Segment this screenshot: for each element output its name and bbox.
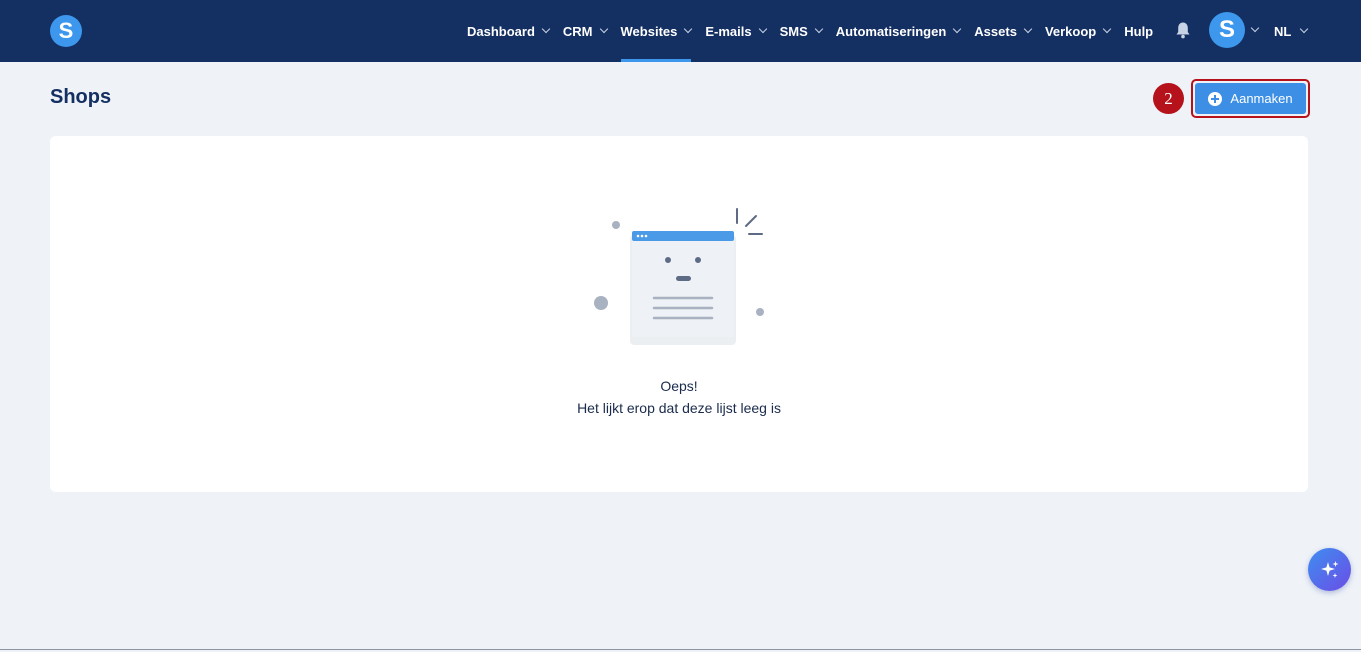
language-selector[interactable]: NL bbox=[1274, 0, 1309, 62]
chevron-down-icon bbox=[1102, 24, 1112, 34]
nav-item-assets[interactable]: Assets bbox=[974, 0, 1033, 62]
nav-item-label: SMS bbox=[779, 23, 808, 39]
nav-item-websites[interactable]: Websites bbox=[620, 0, 693, 62]
nav-item-emails[interactable]: E-mails bbox=[705, 0, 767, 62]
app-logo[interactable]: S bbox=[50, 15, 82, 47]
nav-item-dashboard[interactable]: Dashboard bbox=[467, 0, 551, 62]
create-button-label: Aanmaken bbox=[1230, 91, 1293, 106]
top-navbar: S Dashboard CRM Websites E-mails SMS Aut… bbox=[0, 0, 1361, 62]
avatar[interactable]: S bbox=[1209, 12, 1245, 48]
nav-item-crm[interactable]: CRM bbox=[562, 0, 608, 62]
chevron-down-icon[interactable] bbox=[1250, 23, 1260, 33]
chevron-down-icon bbox=[758, 24, 767, 34]
empty-state-message: Het lijkt erop dat deze lijst leeg is bbox=[577, 400, 781, 416]
chevron-down-icon bbox=[814, 24, 824, 34]
avatar-letter: S bbox=[1218, 16, 1235, 43]
nav-item-label: Websites bbox=[620, 23, 678, 39]
nav-item-hulp[interactable]: Hulp bbox=[1124, 0, 1153, 62]
step-badge: 2 bbox=[1153, 83, 1184, 114]
sparkles-icon bbox=[1320, 560, 1338, 578]
nav-item-sms[interactable]: SMS bbox=[779, 0, 824, 62]
nav-item-label: E-mails bbox=[705, 23, 752, 39]
empty-state-title: Oeps! bbox=[660, 378, 698, 394]
main-nav: Dashboard CRM Websites E-mails SMS Autom… bbox=[467, 0, 1167, 62]
chevron-down-icon bbox=[1023, 24, 1033, 34]
nav-item-label: Verkoop bbox=[1044, 23, 1097, 39]
chevron-down-icon bbox=[684, 24, 693, 34]
create-button-highlight[interactable]: Aanmaken bbox=[1191, 79, 1310, 118]
bell-icon[interactable] bbox=[1175, 21, 1191, 39]
nav-item-label: Assets bbox=[974, 23, 1017, 39]
nav-item-label: Automatiseringen bbox=[835, 23, 947, 39]
bottom-divider bbox=[0, 649, 1361, 650]
nav-item-label: Dashboard bbox=[467, 23, 535, 39]
create-button[interactable]: Aanmaken bbox=[1195, 83, 1306, 114]
nav-item-label: Hulp bbox=[1124, 23, 1154, 39]
chevron-down-icon bbox=[953, 24, 962, 34]
page-title: Shops bbox=[50, 86, 112, 108]
nav-item-automatiseringen[interactable]: Automatiseringen bbox=[835, 0, 962, 62]
logo-letter: S bbox=[58, 18, 74, 43]
chevron-down-icon bbox=[599, 24, 608, 34]
nav-item-label: CRM bbox=[562, 23, 593, 39]
language-label: NL bbox=[1274, 23, 1292, 39]
chevron-down-icon bbox=[541, 24, 551, 34]
shops-list-card: Oeps! Het lijkt erop dat deze lijst leeg… bbox=[50, 136, 1308, 492]
empty-browser-window-illustration bbox=[594, 208, 764, 345]
nav-item-verkoop[interactable]: Verkoop bbox=[1044, 0, 1112, 62]
plus-circle-icon bbox=[1208, 91, 1223, 106]
ai-assistant-button[interactable] bbox=[1308, 548, 1351, 591]
chevron-down-icon bbox=[1300, 24, 1309, 34]
